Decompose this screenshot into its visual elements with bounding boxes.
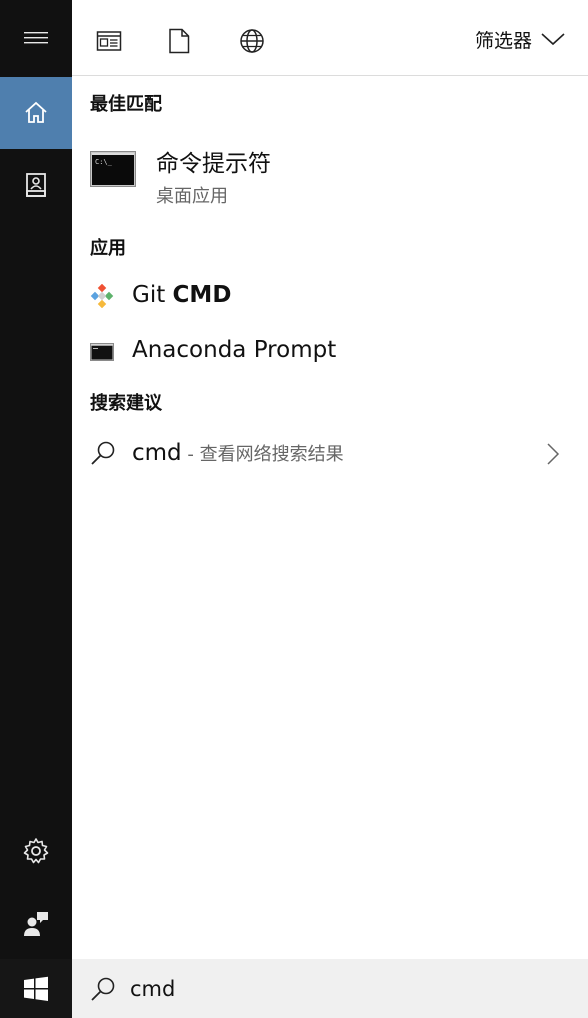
search-icon — [90, 440, 116, 470]
home-icon — [25, 101, 47, 123]
section-apps-title: 应用 — [90, 238, 126, 259]
section-best-match-title: 最佳匹配 — [90, 94, 162, 115]
gear-icon — [23, 838, 49, 864]
best-match-subtitle: 桌面应用 — [156, 186, 228, 207]
section-suggestions-title: 搜索建议 — [90, 393, 162, 414]
git-icon — [90, 283, 114, 312]
feedback-button[interactable] — [0, 887, 72, 959]
settings-button[interactable] — [0, 815, 72, 887]
search-icon — [91, 977, 115, 1001]
chevron-right-icon[interactable] — [546, 442, 560, 466]
app-name-bold: CMD — [172, 282, 232, 308]
taskbar — [0, 959, 588, 1018]
svg-text:C:\_: C:\_ — [95, 158, 113, 166]
console-icon — [90, 343, 114, 365]
search-results: 最佳匹配 C:\_ 命令提示符 桌面应用 应用 Git CMD Anaconda… — [72, 76, 588, 959]
document-view-button[interactable] — [94, 26, 124, 56]
best-match-name: 命令提示符 — [156, 151, 271, 177]
header-toolbar: 筛选器 — [72, 0, 588, 76]
suggestion-query: cmd — [132, 440, 182, 466]
taskbar-search-box[interactable] — [72, 959, 588, 1018]
globe-icon — [240, 29, 264, 53]
filter-label: 筛选器 — [474, 29, 532, 52]
file-button[interactable] — [164, 26, 194, 56]
app-item-git-cmd[interactable]: Git CMD — [72, 272, 588, 320]
filter-dropdown[interactable]: 筛选器 — [475, 24, 566, 54]
start-button[interactable] — [0, 959, 72, 1018]
left-rail — [0, 0, 72, 959]
home-button[interactable] — [0, 77, 72, 149]
search-input[interactable] — [130, 976, 510, 1001]
command-prompt-icon: C:\_ — [90, 151, 136, 187]
feedback-icon — [24, 912, 48, 936]
notebook-button[interactable] — [0, 149, 72, 221]
rail-top-menu-icon[interactable] — [0, 2, 72, 74]
windows-logo-icon — [24, 976, 48, 1001]
suggestion-item-cmd[interactable]: cmd - 查看网络搜索结果 — [72, 428, 588, 478]
file-icon — [169, 28, 190, 54]
notebook-icon — [26, 173, 46, 197]
start-search-panel: 筛选器 最佳匹配 C:\_ 命令提示符 桌面应用 应用 Git CMD Anac… — [0, 0, 588, 1018]
chevron-down-icon — [541, 33, 565, 46]
app-name-git-cmd: Git CMD — [132, 282, 231, 308]
document-view-icon — [96, 31, 122, 51]
best-match-item[interactable]: C:\_ 命令提示符 桌面应用 — [72, 138, 588, 208]
app-item-anaconda-prompt[interactable]: Anaconda Prompt — [72, 327, 588, 375]
app-name-normal: Git — [132, 282, 173, 308]
suggestion-hint: - 查看网络搜索结果 — [181, 444, 344, 465]
web-button[interactable] — [237, 26, 267, 56]
app-name-anaconda: Anaconda Prompt — [132, 337, 337, 363]
